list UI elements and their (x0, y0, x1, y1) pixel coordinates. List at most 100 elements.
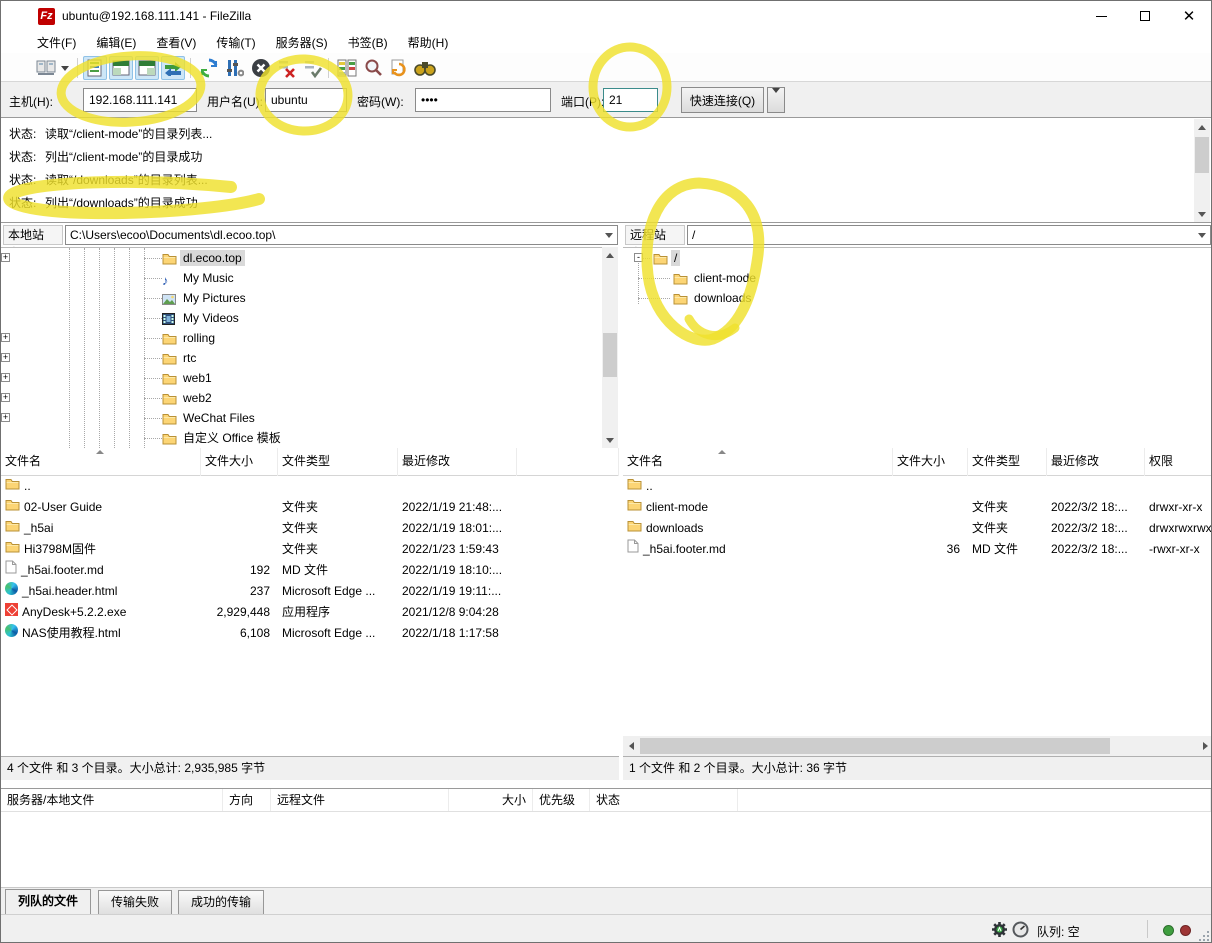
file-row[interactable]: _h5ai文件夹2022/1/19 18:01:... (1, 518, 619, 539)
scroll-right-button[interactable] (1197, 736, 1212, 756)
log-scrollbar[interactable] (1194, 119, 1210, 222)
port-input[interactable] (603, 88, 658, 112)
chevron-down-icon[interactable] (605, 233, 613, 238)
site-manager-button[interactable] (34, 56, 58, 80)
remote-path-combobox[interactable]: / (687, 225, 1211, 245)
tree-item[interactable]: downloads (623, 288, 1212, 308)
toggle-transfer-queue-button[interactable] (161, 56, 185, 80)
toggle-local-tree-button[interactable] (109, 56, 133, 80)
column-header-2[interactable]: 文件类型 (968, 448, 1047, 476)
close-button[interactable]: ✕ (1167, 1, 1211, 31)
remote-list-hscrollbar[interactable] (623, 736, 1212, 756)
column-header-2[interactable]: 文件类型 (278, 448, 398, 476)
column-header-1[interactable]: 文件大小 (893, 448, 968, 476)
column-header-3[interactable]: 最近修改 (398, 448, 517, 476)
chevron-down-icon[interactable] (1198, 233, 1206, 238)
reconnect-button[interactable] (301, 56, 325, 80)
toggle-message-log-button[interactable] (83, 56, 107, 80)
scroll-up-button[interactable] (1194, 119, 1210, 135)
scroll-up-button[interactable] (602, 247, 618, 263)
column-header-3[interactable]: 最近修改 (1047, 448, 1145, 476)
tree-item[interactable]: +WeChat Files (1, 408, 602, 428)
file-row[interactable]: 02-User Guide文件夹2022/1/19 21:48:... (1, 497, 619, 518)
file-row[interactable]: .. (623, 476, 1212, 497)
menu-item-0[interactable]: 文件(F) (27, 31, 86, 54)
file-row[interactable]: AnyDesk+5.2.2.exe2,929,448应用程序2021/12/8 … (1, 602, 619, 623)
menu-item-5[interactable]: 书签(B) (338, 31, 398, 54)
tree-item[interactable]: +dl.ecoo.top (1, 248, 602, 268)
tree-expander[interactable]: + (1, 393, 10, 402)
menu-item-1[interactable]: 编辑(E) (86, 31, 146, 54)
tree-expander[interactable]: + (1, 353, 10, 362)
file-row[interactable]: downloads文件夹2022/3/2 18:...drwxrwxrwx (623, 518, 1212, 539)
password-input[interactable] (415, 88, 551, 112)
log-scroll-thumb[interactable] (1195, 137, 1209, 173)
gauge-icon[interactable] (1012, 921, 1029, 941)
menu-item-2[interactable]: 查看(V) (146, 31, 206, 54)
disconnect-button[interactable] (275, 56, 299, 80)
tree-item[interactable]: ♪My Music (1, 268, 602, 288)
local-path-combobox[interactable]: C:\Users\ecoo\Documents\dl.ecoo.top\ (65, 225, 618, 245)
tree-item[interactable]: 自定义 Office 模板 (1, 428, 602, 448)
cancel-button[interactable] (249, 56, 273, 80)
directory-compare-button[interactable] (335, 56, 359, 80)
maximize-button[interactable] (1123, 1, 1167, 31)
tree-item[interactable]: -/ (623, 248, 1212, 268)
local-tree-scroll-thumb[interactable] (603, 333, 617, 377)
quickconnect-button[interactable]: 快速连接(Q) (681, 87, 764, 113)
host-input[interactable] (83, 88, 197, 112)
synchronized-browsing-button[interactable] (387, 56, 411, 80)
toggle-remote-tree-button[interactable] (135, 56, 159, 80)
tree-item[interactable]: +rtc (1, 348, 602, 368)
file-row[interactable]: Hi3798M固件文件夹2022/1/23 1:59:43 (1, 539, 619, 560)
tree-item[interactable]: My Pictures (1, 288, 602, 308)
menu-item-4[interactable]: 服务器(S) (266, 31, 338, 54)
tree-item[interactable]: +rolling (1, 328, 602, 348)
queue-column-header-0[interactable]: 服务器/本地文件 (1, 789, 223, 811)
tree-expander[interactable]: + (1, 373, 10, 382)
filename-filter-button[interactable] (361, 56, 385, 80)
queue-column-header-1[interactable]: 方向 (223, 789, 271, 811)
scroll-down-button[interactable] (1194, 206, 1210, 222)
file-row[interactable]: _h5ai.header.html237Microsoft Edge ...20… (1, 581, 619, 602)
file-row[interactable]: .. (1, 476, 619, 497)
tree-expander[interactable]: + (1, 253, 10, 262)
queue-tab-2[interactable]: 成功的传输 (178, 890, 264, 914)
tree-item[interactable]: My Videos (1, 308, 602, 328)
queue-tab-0[interactable]: 列队的文件 (5, 889, 91, 915)
tree-item[interactable]: client-mode (623, 268, 1212, 288)
column-header-1[interactable]: 文件大小 (201, 448, 278, 476)
site-manager-dropdown-button[interactable] (58, 56, 72, 80)
gear-icon[interactable] (991, 921, 1008, 941)
quickconnect-dropdown-button[interactable] (767, 87, 785, 113)
tree-item[interactable]: +web2 (1, 388, 602, 408)
tree-expander[interactable]: + (1, 333, 10, 342)
queue-column-header-2[interactable]: 远程文件 (271, 789, 449, 811)
tree-item[interactable]: +web1 (1, 368, 602, 388)
queue-column-header-5[interactable]: 状态 (590, 789, 738, 811)
column-header-0[interactable]: 文件名 (1, 448, 201, 476)
file-row[interactable]: NAS使用教程.html6,108Microsoft Edge ...2022/… (1, 623, 619, 644)
column-header-0[interactable]: 文件名 (623, 448, 893, 476)
username-input[interactable] (265, 88, 347, 112)
queue-column-header-3[interactable]: 大小 (449, 789, 533, 811)
tree-expander[interactable]: - (634, 253, 643, 262)
local-tree-scrollbar[interactable] (602, 247, 618, 448)
refresh-button[interactable] (197, 56, 221, 80)
process-queue-button[interactable] (223, 56, 247, 80)
menu-item-6[interactable]: 帮助(H) (398, 31, 459, 54)
file-row[interactable]: _h5ai.footer.md36MD 文件2022/3/2 18:...-rw… (623, 539, 1212, 560)
queue-column-header-4[interactable]: 优先级 (533, 789, 590, 811)
queue-tab-1[interactable]: 传输失败 (98, 890, 172, 914)
resize-grip[interactable] (1197, 929, 1209, 941)
scroll-down-button[interactable] (602, 432, 618, 448)
tree-expander[interactable]: + (1, 413, 10, 422)
find-files-button[interactable] (413, 56, 437, 80)
scroll-left-button[interactable] (623, 736, 639, 756)
file-row[interactable]: client-mode文件夹2022/3/2 18:...drwxr-xr-x (623, 497, 1212, 518)
minimize-button[interactable] (1079, 1, 1123, 31)
file-row[interactable]: _h5ai.footer.md192MD 文件2022/1/19 18:10:.… (1, 560, 619, 581)
menu-item-3[interactable]: 传输(T) (206, 31, 265, 54)
column-header-4[interactable]: 权限 (1145, 448, 1212, 476)
remote-hscroll-thumb[interactable] (640, 738, 1110, 754)
